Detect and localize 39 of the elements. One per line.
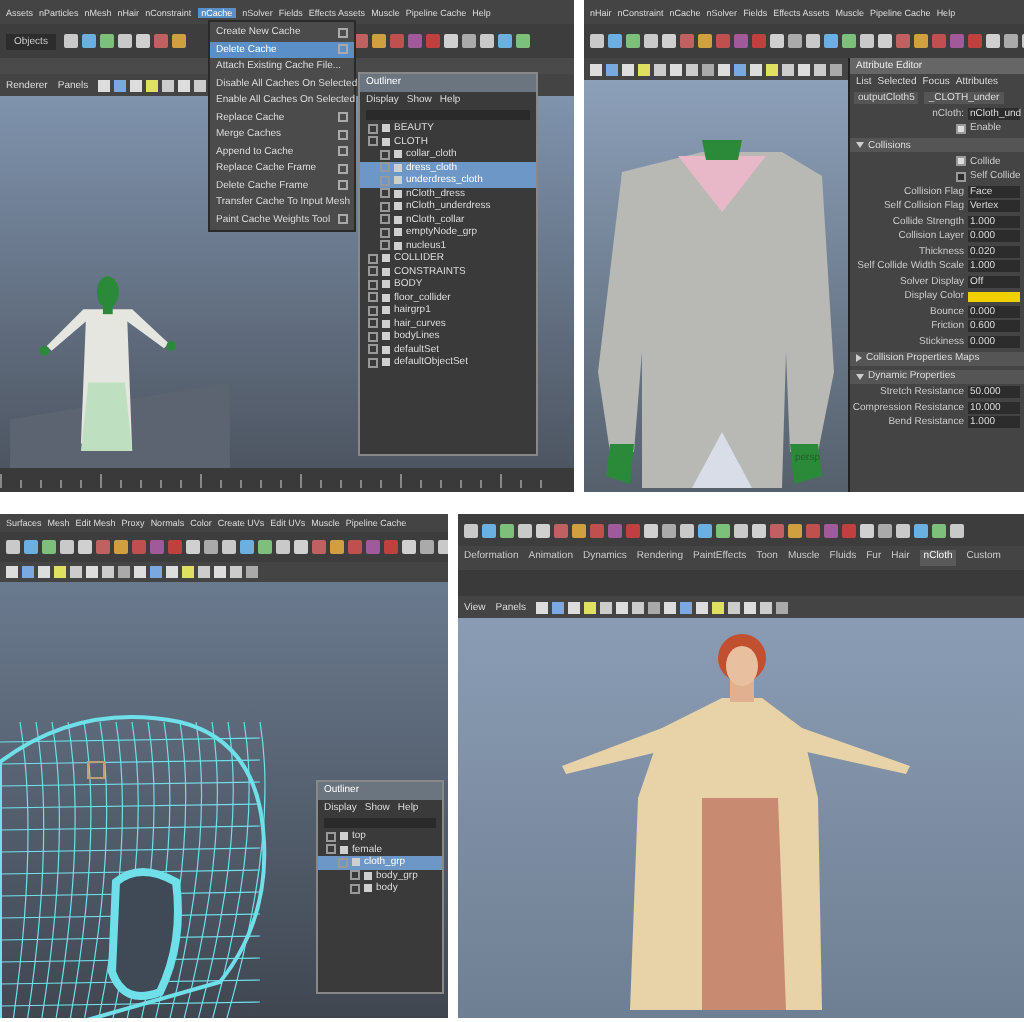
expand-arrow-icon[interactable] (856, 142, 864, 148)
node-icon (382, 332, 390, 341)
option-box-icon[interactable] (338, 146, 348, 157)
node-icon (394, 176, 402, 185)
option-box-icon[interactable] (338, 180, 348, 191)
node-icon (364, 884, 372, 893)
node-icon (382, 137, 390, 146)
checkbox[interactable] (956, 171, 966, 182)
node-icon (394, 189, 402, 198)
option-box-icon[interactable] (338, 112, 348, 123)
node-icon (394, 228, 402, 237)
node-icon (382, 124, 390, 133)
node-icon (382, 345, 390, 354)
node-icon (382, 358, 390, 367)
expand-arrow-icon[interactable] (856, 373, 864, 379)
node-icon (382, 254, 390, 263)
node-icon (394, 202, 402, 211)
node-icon (394, 241, 402, 250)
option-box-icon[interactable] (338, 129, 348, 140)
node-icon (382, 306, 390, 315)
node-icon (352, 858, 360, 867)
option-box-icon[interactable] (338, 27, 348, 38)
node-icon (382, 280, 390, 289)
node-icon (382, 293, 390, 302)
checkbox[interactable] (956, 156, 966, 167)
node-icon (364, 871, 372, 880)
color-swatch[interactable] (968, 291, 1020, 302)
node-icon (340, 845, 348, 854)
expand-arrow-icon[interactable] (856, 354, 862, 362)
node-icon (394, 215, 402, 224)
toolbar-icons-drawing (63, 30, 186, 52)
checkbox[interactable] (956, 123, 966, 134)
node-icon (382, 319, 390, 328)
node-icon (394, 150, 402, 159)
node-icon (340, 832, 348, 841)
node-icon (382, 267, 390, 276)
option-box-icon[interactable] (338, 163, 348, 174)
node-icon (394, 163, 402, 172)
option-box-icon[interactable] (338, 214, 348, 225)
